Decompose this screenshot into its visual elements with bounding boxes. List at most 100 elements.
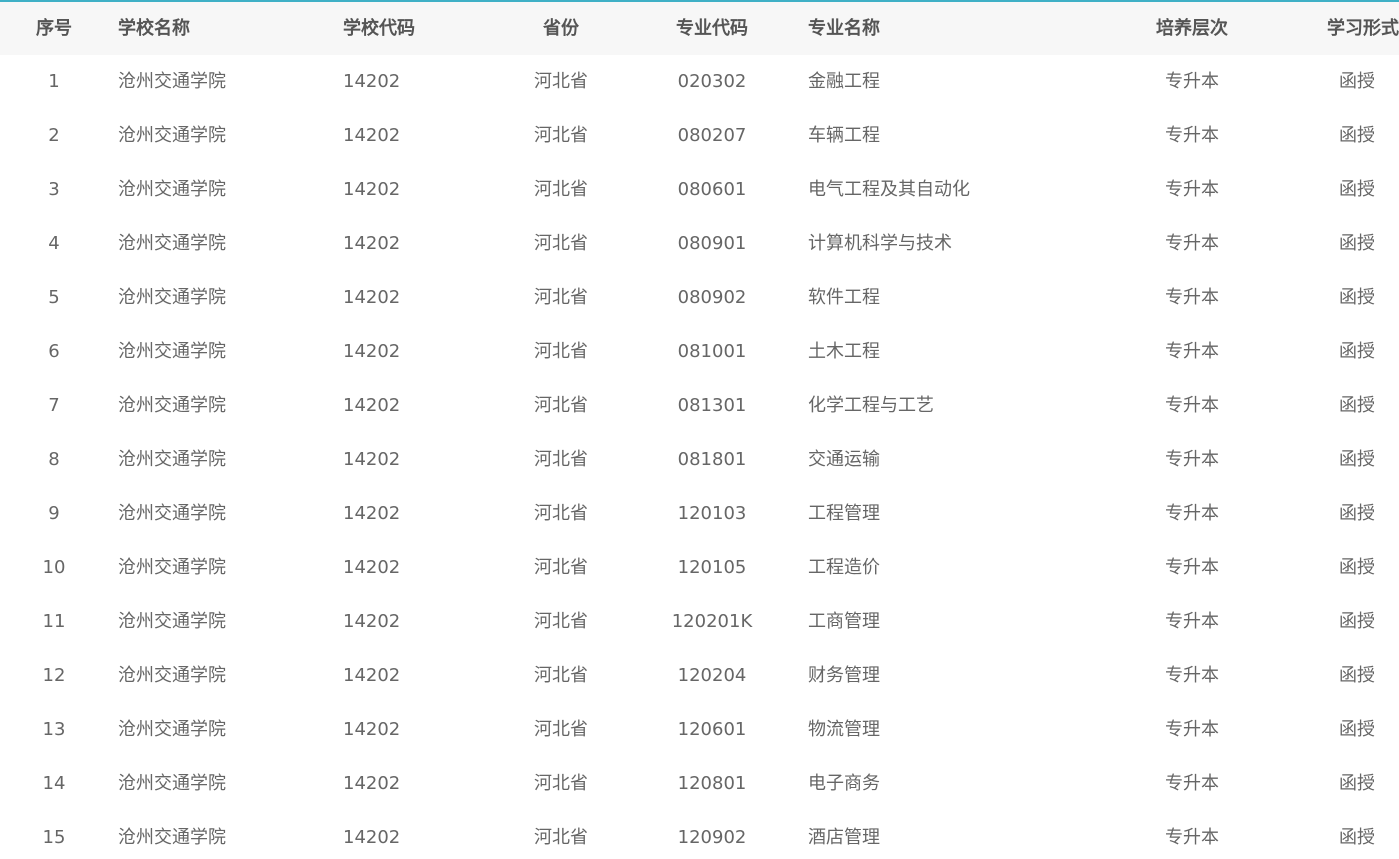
cell-school-name: 沧州交通学院	[118, 287, 226, 308]
cell-school-name: 沧州交通学院	[118, 341, 226, 362]
cell-study-form: 函授	[1339, 179, 1375, 200]
cell-level: 专升本	[1165, 395, 1219, 416]
cell-province: 河北省	[534, 233, 588, 254]
cell-school-name: 沧州交通学院	[118, 71, 226, 92]
header-province: 省份	[543, 18, 579, 39]
cell-major-code: 020302	[677, 71, 747, 92]
cell-level: 专升本	[1165, 503, 1219, 524]
cell-major-code: 080601	[677, 179, 747, 200]
cell-seq: 15	[42, 827, 66, 848]
cell-school-name: 沧州交通学院	[118, 827, 226, 848]
cell-major-code: 120201K	[671, 611, 753, 632]
cell-major-code: 081801	[677, 449, 747, 470]
cell-level: 专升本	[1165, 287, 1219, 308]
header-school-name: 学校名称	[118, 18, 190, 39]
cell-province: 河北省	[534, 125, 588, 146]
table-row: 10 沧州交通学院 14202 河北省 120105 工程造价 专升本 函授	[0, 541, 1399, 595]
cell-study-form: 函授	[1339, 125, 1375, 146]
cell-major-name: 酒店管理	[808, 827, 880, 848]
cell-study-form: 函授	[1339, 827, 1375, 848]
cell-school-code: 14202	[343, 449, 401, 470]
cell-school-name: 沧州交通学院	[118, 557, 226, 578]
cell-school-name: 沧州交通学院	[118, 773, 226, 794]
cell-province: 河北省	[534, 71, 588, 92]
cell-major-code: 120902	[677, 827, 747, 848]
table-row: 5 沧州交通学院 14202 河北省 080902 软件工程 专升本 函授	[0, 271, 1399, 325]
cell-major-code: 081001	[677, 341, 747, 362]
cell-school-code: 14202	[343, 341, 401, 362]
table-header-row: 序号 学校名称 学校代码 省份 专业代码 专业名称 培养层次 学习形式	[0, 2, 1399, 55]
header-major-code: 专业代码	[676, 18, 748, 39]
cell-seq: 2	[48, 125, 60, 146]
cell-seq: 3	[48, 179, 60, 200]
cell-province: 河北省	[534, 503, 588, 524]
cell-study-form: 函授	[1339, 449, 1375, 470]
cell-seq: 6	[48, 341, 60, 362]
cell-seq: 11	[42, 611, 66, 632]
table-row: 2 沧州交通学院 14202 河北省 080207 车辆工程 专升本 函授	[0, 109, 1399, 163]
cell-province: 河北省	[534, 287, 588, 308]
header-school-code: 学校代码	[343, 18, 415, 39]
cell-major-name: 财务管理	[808, 665, 880, 686]
cell-major-name: 物流管理	[808, 719, 880, 740]
cell-study-form: 函授	[1339, 71, 1375, 92]
cell-school-name: 沧州交通学院	[118, 395, 226, 416]
cell-province: 河北省	[534, 341, 588, 362]
cell-level: 专升本	[1165, 341, 1219, 362]
cell-major-code: 080902	[677, 287, 747, 308]
cell-level: 专升本	[1165, 233, 1219, 254]
cell-level: 专升本	[1165, 557, 1219, 578]
cell-study-form: 函授	[1339, 287, 1375, 308]
cell-school-name: 沧州交通学院	[118, 503, 226, 524]
cell-level: 专升本	[1165, 773, 1219, 794]
cell-province: 河北省	[534, 665, 588, 686]
cell-seq: 14	[42, 773, 66, 794]
cell-school-name: 沧州交通学院	[118, 611, 226, 632]
cell-province: 河北省	[534, 449, 588, 470]
cell-study-form: 函授	[1339, 233, 1375, 254]
table-row: 9 沧州交通学院 14202 河北省 120103 工程管理 专升本 函授	[0, 487, 1399, 541]
cell-school-name: 沧州交通学院	[118, 665, 226, 686]
cell-study-form: 函授	[1339, 719, 1375, 740]
header-seq: 序号	[36, 18, 72, 39]
cell-school-code: 14202	[343, 71, 401, 92]
cell-school-code: 14202	[343, 665, 401, 686]
cell-school-code: 14202	[343, 611, 401, 632]
header-major-name: 专业名称	[808, 18, 880, 39]
cell-school-code: 14202	[343, 233, 401, 254]
cell-major-name: 软件工程	[808, 287, 880, 308]
cell-study-form: 函授	[1339, 503, 1375, 524]
cell-school-name: 沧州交通学院	[118, 125, 226, 146]
table-row: 8 沧州交通学院 14202 河北省 081801 交通运输 专升本 函授	[0, 433, 1399, 487]
cell-school-name: 沧州交通学院	[118, 233, 226, 254]
cell-province: 河北省	[534, 827, 588, 848]
cell-school-code: 14202	[343, 179, 401, 200]
cell-level: 专升本	[1165, 179, 1219, 200]
cell-seq: 4	[48, 233, 60, 254]
cell-school-code: 14202	[343, 719, 401, 740]
cell-seq: 7	[48, 395, 60, 416]
cell-school-code: 14202	[343, 557, 401, 578]
cell-level: 专升本	[1165, 665, 1219, 686]
table-row: 14 沧州交通学院 14202 河北省 120801 电子商务 专升本 函授	[0, 757, 1399, 811]
table-row: 3 沧州交通学院 14202 河北省 080601 电气工程及其自动化 专升本 函授	[0, 163, 1399, 217]
table-row: 7 沧州交通学院 14202 河北省 081301 化学工程与工艺 专升本 函授	[0, 379, 1399, 433]
cell-school-code: 14202	[343, 827, 401, 848]
cell-major-name: 车辆工程	[808, 125, 880, 146]
majors-table: 序号 学校名称 学校代码 省份 专业代码 专业名称 培养层次 学习形式 1 沧州交…	[0, 0, 1399, 859]
table-row: 4 沧州交通学院 14202 河北省 080901 计算机科学与技术 专升本 函授	[0, 217, 1399, 271]
cell-school-name: 沧州交通学院	[118, 449, 226, 470]
cell-study-form: 函授	[1339, 395, 1375, 416]
cell-school-name: 沧州交通学院	[118, 179, 226, 200]
cell-major-name: 工程管理	[808, 503, 880, 524]
cell-major-code: 080207	[677, 125, 747, 146]
cell-seq: 13	[42, 719, 66, 740]
cell-major-name: 交通运输	[808, 449, 880, 470]
cell-school-code: 14202	[343, 125, 401, 146]
cell-major-name: 计算机科学与技术	[808, 233, 952, 254]
cell-province: 河北省	[534, 773, 588, 794]
cell-seq: 9	[48, 503, 60, 524]
cell-study-form: 函授	[1339, 773, 1375, 794]
cell-major-name: 电子商务	[808, 773, 880, 794]
cell-major-code: 080901	[677, 233, 747, 254]
